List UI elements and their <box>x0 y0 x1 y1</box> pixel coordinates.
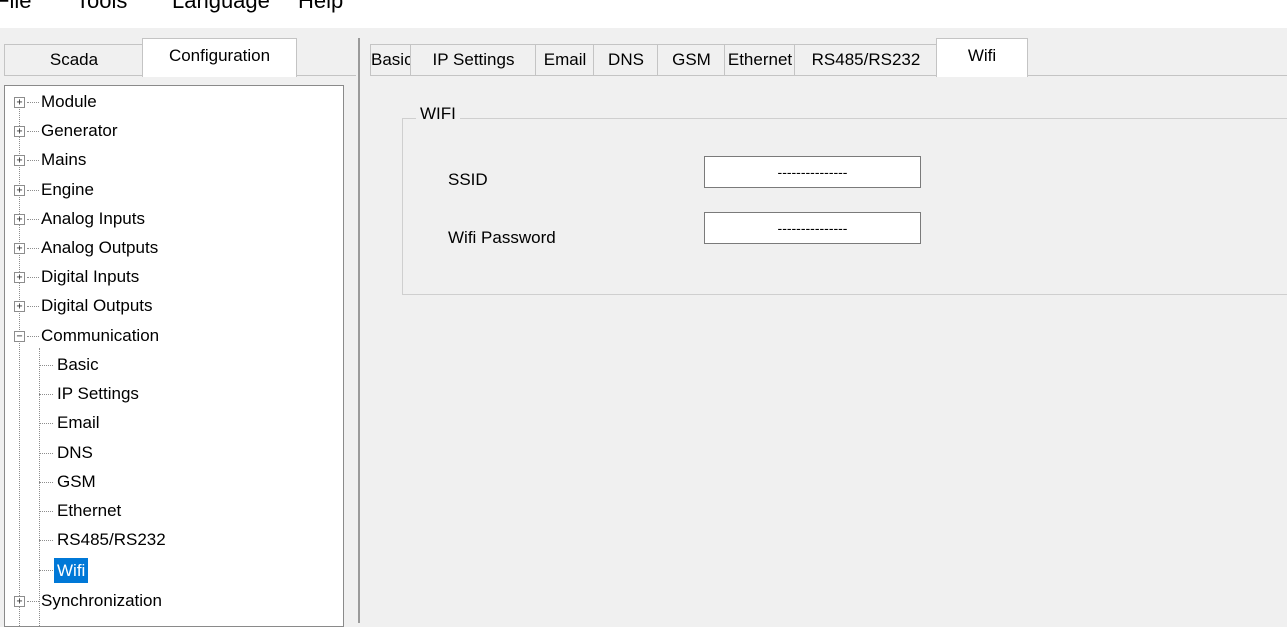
panel-splitter[interactable] <box>358 28 370 623</box>
ssid-field[interactable] <box>704 156 921 188</box>
menu-language[interactable]: Language <box>172 0 270 14</box>
menu-tools[interactable]: Tools <box>76 0 127 14</box>
wifi-group-title: WIFI <box>416 104 460 124</box>
expand-icon[interactable]: + <box>14 126 25 137</box>
wifi-password-label: Wifi Password <box>448 228 556 247</box>
tab-ethernet[interactable]: Ethernet <box>724 44 796 77</box>
menu-help[interactable]: Help <box>298 0 343 14</box>
expand-icon[interactable]: + <box>14 596 25 607</box>
expand-icon[interactable]: + <box>14 97 25 108</box>
tab-ip-settings[interactable]: IP Settings <box>410 44 537 77</box>
collapse-icon[interactable]: − <box>14 331 25 342</box>
tab-scada[interactable]: Scada <box>4 44 144 75</box>
expand-icon[interactable]: + <box>14 243 25 254</box>
tab-dns[interactable]: DNS <box>593 44 659 77</box>
tab-wifi[interactable]: Wifi <box>936 38 1028 77</box>
menu-bar: File Tools Language Help <box>0 0 1287 28</box>
tree-line <box>19 100 20 626</box>
tab-gsm[interactable]: GSM <box>657 44 726 77</box>
wifi-groupbox <box>402 118 1287 295</box>
expand-icon[interactable]: + <box>14 272 25 283</box>
tab-configuration[interactable]: Configuration <box>142 38 297 77</box>
tab-rs485-rs232[interactable]: RS485/RS232 <box>794 44 938 77</box>
expand-icon[interactable]: + <box>14 301 25 312</box>
expand-icon[interactable]: + <box>14 155 25 166</box>
menu-file[interactable]: File <box>0 0 31 14</box>
left-tab-strip: Scada Configuration <box>4 38 358 77</box>
tab-basic[interactable]: Basic <box>370 44 413 77</box>
wifi-password-field[interactable] <box>704 212 921 244</box>
tab-email[interactable]: Email <box>535 44 595 77</box>
right-tab-strip: Basic IP Settings Email DNS GSM Ethernet… <box>370 38 1287 77</box>
expand-icon[interactable]: + <box>14 214 25 225</box>
wifi-panel: WIFI SSID Wifi Password <box>370 76 1287 619</box>
configuration-tree[interactable]: + Module + Generator + Mains + Engine + … <box>4 85 344 627</box>
expand-icon[interactable]: + <box>14 185 25 196</box>
tree-line <box>39 348 40 626</box>
ssid-label: SSID <box>448 170 488 189</box>
selected-node-label: Wifi <box>54 558 89 583</box>
